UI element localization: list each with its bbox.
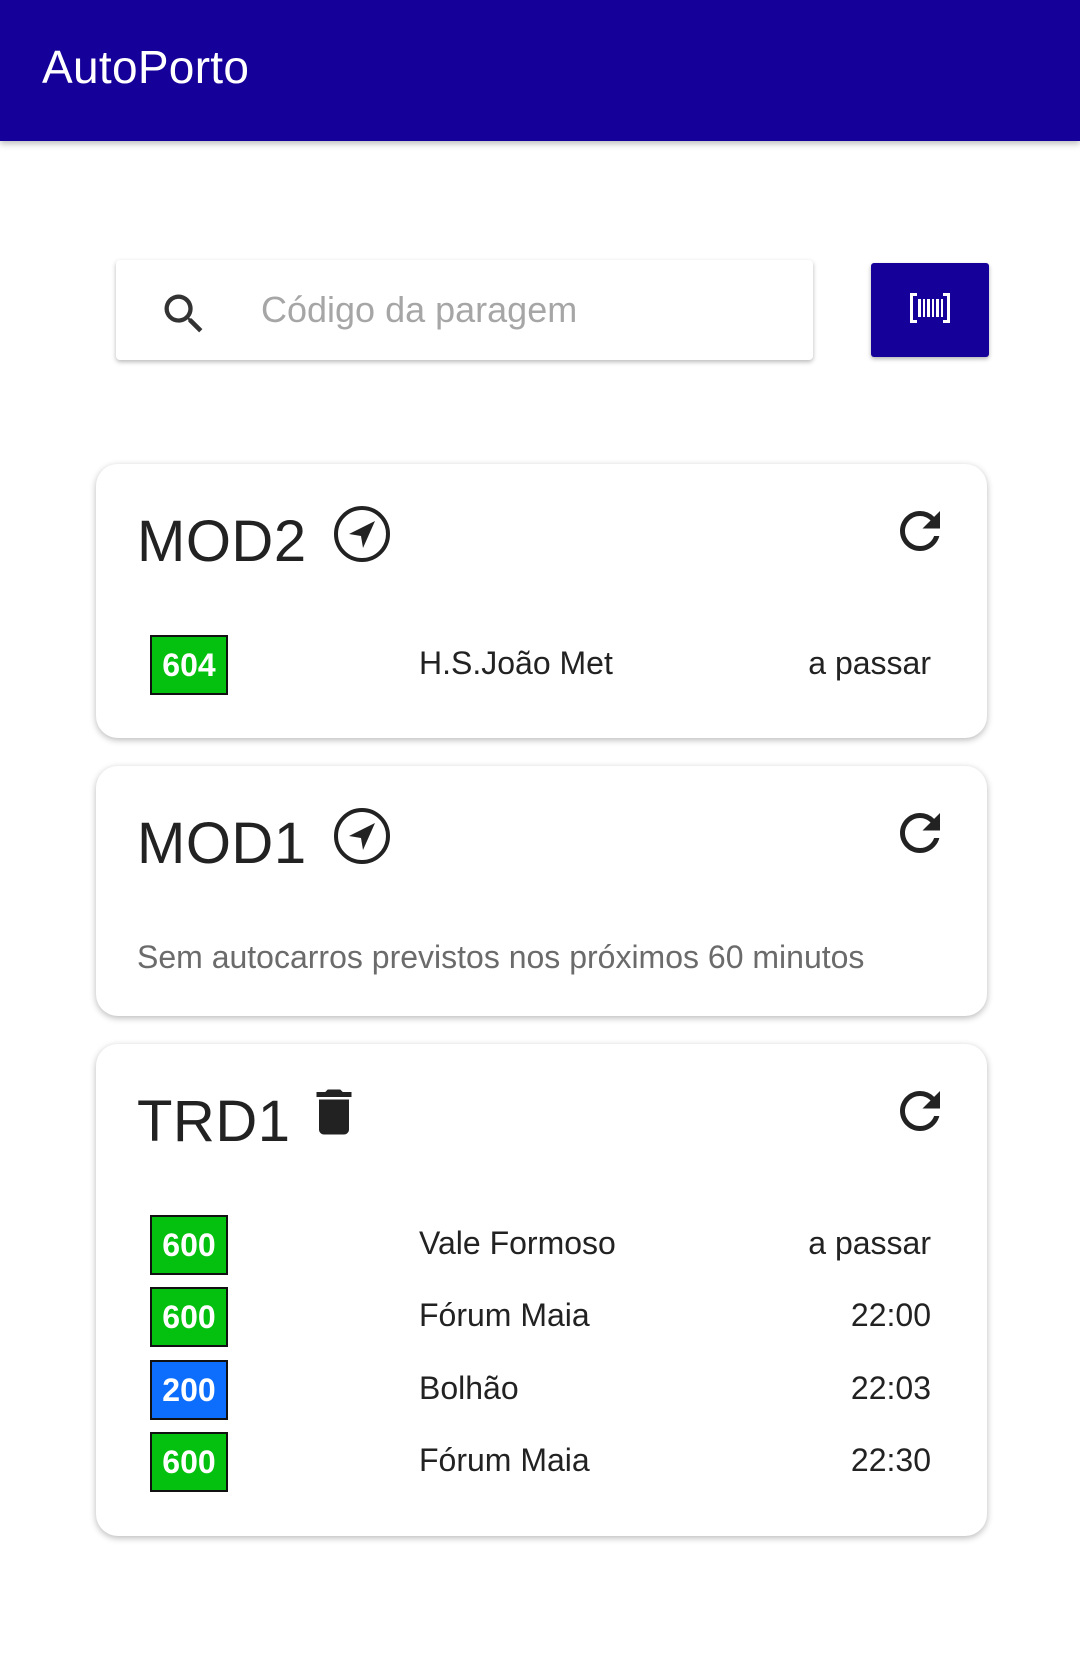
navigation-icon[interactable]: [332, 806, 392, 866]
arrival-row: 600 Fórum Maia 22:00: [96, 1287, 987, 1353]
line-badge: 600: [150, 1287, 228, 1347]
navigation-icon[interactable]: [332, 504, 392, 564]
destination: Vale Formoso: [419, 1225, 616, 1261]
destination: Bolhão: [419, 1370, 519, 1406]
app-bar: AutoPorto: [0, 0, 1080, 141]
barcode-scan-icon: [910, 292, 950, 328]
refresh-icon[interactable]: [890, 1081, 950, 1141]
line-badge: 600: [150, 1215, 228, 1275]
arrival-row: 600 Fórum Maia 22:30: [96, 1432, 987, 1498]
line-badge: 600: [150, 1432, 228, 1492]
stop-code: TRD1: [137, 1089, 291, 1154]
stop-code: MOD2: [137, 509, 307, 574]
arrival-time: a passar: [808, 645, 931, 681]
arrival-time: 22:03: [850, 1370, 931, 1406]
arrival-time: a passar: [808, 1225, 931, 1261]
refresh-icon[interactable]: [890, 501, 950, 561]
no-buses-message: Sem autocarros previstos nos próximos 60…: [137, 939, 865, 975]
arrival-row: 600 Vale Formoso a passar: [96, 1215, 987, 1281]
trash-icon[interactable]: [304, 1082, 364, 1142]
destination: Fórum Maia: [419, 1297, 590, 1333]
search-icon: [158, 288, 210, 340]
app-title: AutoPorto: [42, 41, 250, 93]
line-badge: 604: [150, 635, 228, 695]
arrival-row: 200 Bolhão 22:03: [96, 1360, 987, 1426]
arrival-time: 22:30: [850, 1442, 931, 1478]
destination: H.S.João Met: [419, 645, 613, 681]
refresh-icon[interactable]: [890, 803, 950, 863]
scan-barcode-button[interactable]: [871, 263, 989, 357]
stop-card-mod1: MOD1 Sem autocarros previstos nos próxim…: [96, 766, 987, 1016]
arrival-time: 22:00: [850, 1297, 931, 1333]
arrival-row: 604 H.S.João Met a passar: [96, 635, 987, 701]
destination: Fórum Maia: [419, 1442, 590, 1478]
line-badge: 200: [150, 1360, 228, 1420]
stop-code-search-input[interactable]: [245, 268, 801, 352]
stop-card-mod2: MOD2 604 H.S.João Met a passar: [96, 464, 987, 738]
stop-card-trd1: TRD1 600 Vale Formoso a passar 600 Fórum…: [96, 1044, 987, 1536]
stop-code: MOD1: [137, 811, 307, 876]
